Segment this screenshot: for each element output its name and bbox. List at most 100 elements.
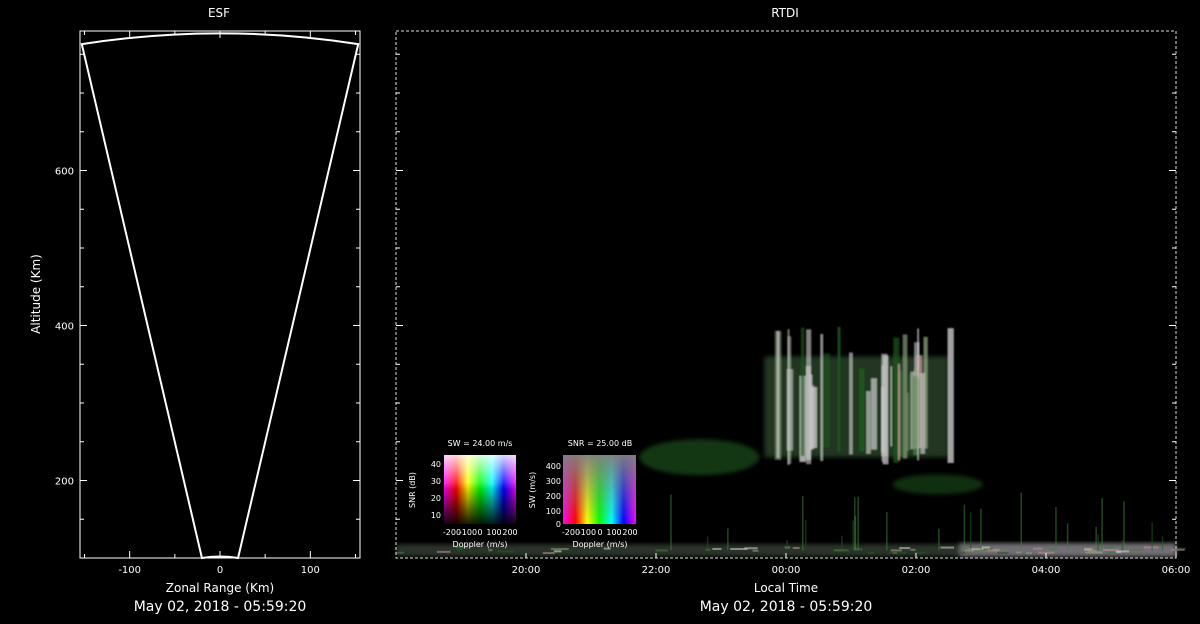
rtdi-echo-speck — [890, 549, 902, 552]
rtdi-x-tick-label: 02:00 — [902, 565, 931, 576]
rtdi-echo-speck — [655, 549, 669, 552]
esf-x-tick-label: 0 — [217, 565, 223, 576]
rtdi-echo-speck — [1103, 548, 1120, 551]
snr-legend-ylabel: SW (m/s) — [528, 472, 537, 508]
esf-beam-outline — [80, 32, 360, 560]
snr-legend-ytick: 0 — [556, 520, 561, 529]
snr-legend-ytick: 400 — [546, 462, 561, 471]
rtdi-echo-strand — [1121, 540, 1123, 551]
rtdi-echo-speck — [1048, 548, 1056, 551]
sw-legend-shade — [444, 455, 516, 524]
rtdi-echo-strand — [980, 508, 982, 551]
rtdi-plume-streak — [897, 363, 901, 461]
snr-legend-xtick: 0 — [597, 528, 602, 537]
sw-legend-xtick: -100 — [459, 528, 477, 537]
rtdi-echo-strand — [854, 515, 857, 551]
rtdi-echo-strand — [886, 511, 888, 551]
rtdi-plume-streak — [881, 353, 888, 457]
snr-legend-xtick: 100 — [606, 528, 621, 537]
rtdi-echo-strand — [969, 512, 972, 551]
rtdi-x-tick-label: 04:00 — [1032, 565, 1061, 576]
rtdi-plume-streak — [920, 372, 926, 455]
rtdi-plume-streak — [890, 366, 893, 447]
rtdi-echo-speck — [964, 551, 970, 554]
rtdi-diffuse-echo — [639, 439, 760, 476]
rtdi-xlabel: Local Time — [754, 581, 818, 595]
rtdi-plume-streak — [913, 369, 917, 449]
esf-ylabel: Altitude (Km) — [29, 254, 43, 334]
rtdi-echo-speck — [550, 548, 569, 551]
sw-legend-xtick: 200 — [502, 528, 517, 537]
rtdi-echo-speck — [396, 551, 405, 554]
esf-x-tick-label: -100 — [118, 565, 141, 576]
rtdi-echo-speck — [889, 551, 907, 554]
rtdi-echo-speck — [1128, 548, 1143, 551]
rtdi-plume-streak — [865, 390, 871, 454]
rtdi-x-tick-label: 22:00 — [642, 565, 671, 576]
rtdi-echo-strand — [963, 504, 966, 551]
rtdi-echo-strand — [1097, 534, 1099, 551]
rtdi-echo-strand — [1161, 536, 1164, 551]
rtdi-echo-strand — [727, 528, 729, 551]
rtdi-plume-streak — [837, 327, 841, 452]
rtdi-echo-speck — [542, 552, 555, 555]
rtdi-echo-strand — [1055, 507, 1057, 551]
rtdi-echo-speck — [436, 550, 451, 553]
sw-legend-xlabel: Doppler (m/s) — [452, 540, 507, 549]
rtdi-echo-strand — [670, 494, 672, 551]
rtdi-echo-speck — [744, 547, 758, 550]
rtdi-plume-streak — [859, 368, 865, 452]
rtdi-echo-speck — [488, 549, 493, 552]
rtdi-echo-speck — [752, 549, 759, 552]
rtdi-echo-speck — [1025, 552, 1033, 555]
rtdi-echo-speck — [910, 548, 916, 551]
sw-legend-ytick: 10 — [431, 511, 441, 520]
rtdi-echo-strand — [938, 528, 940, 551]
rtdi-x-tick-label: 06:00 — [1162, 565, 1191, 576]
rtdi-echo-speck — [712, 547, 722, 550]
esf-date-label: May 02, 2018 - 05:59:20 — [134, 599, 307, 615]
rtdi-x-tick-label: 00:00 — [772, 565, 801, 576]
rtdi-plume-streak — [800, 327, 805, 456]
rtdi-echo-speck — [867, 551, 875, 554]
rtdi-echo-strand — [1123, 501, 1125, 551]
rtdi-echo-speck — [1033, 547, 1043, 550]
snr-legend-xtick: 200 — [622, 528, 637, 537]
rtdi-diffuse-echo — [892, 474, 983, 495]
rtdi-echo-strand — [1151, 522, 1153, 551]
rtdi-plume-streak — [776, 331, 780, 459]
rtdi-x-tick-label: 20:00 — [512, 565, 541, 576]
snr-legend-ytick: 100 — [546, 507, 561, 516]
esf-plot-area: -100 0 100 200 400 600 — [55, 30, 361, 576]
esf-x-tick-label: 100 — [301, 565, 320, 576]
snr-legend-xlabel: Doppler (m/s) — [572, 540, 627, 549]
rtdi-plume-streak — [947, 328, 954, 464]
esf-axes-frame — [79, 30, 361, 559]
esf-xlabel: Zonal Range (Km) — [166, 581, 274, 595]
rtdi-echo-speck — [899, 547, 911, 550]
rtdi-echo-speck — [1084, 551, 1103, 554]
rtdi-echo-strand — [1020, 492, 1022, 551]
esf-y-tick-label: 400 — [55, 322, 74, 333]
sw-legend-title: SW = 24.00 m/s — [448, 439, 513, 448]
sw-legend-ylabel: SNR (dB) — [408, 472, 417, 508]
rtdi-plume-streak — [822, 353, 830, 448]
rtdi-echo-speck — [1171, 548, 1185, 551]
rtdi-echo-strand — [841, 535, 843, 551]
rtdi-plume-streak — [848, 352, 853, 455]
rtdi-echo-speck — [1143, 546, 1159, 549]
rtdi-title: RTDI — [771, 6, 799, 20]
rtdi-echo-speck — [960, 551, 966, 554]
snr-legend-title: SNR = 25.00 dB — [568, 439, 632, 448]
esf-y-tick-label: 600 — [55, 167, 74, 178]
sw-legend-ytick: 40 — [431, 460, 441, 469]
sw-legend-xtick: 0 — [477, 528, 482, 537]
esf-panel: ESF -100 0 100 200 400 600 Zonal Range (Km) A… — [29, 6, 361, 615]
rtdi-echo-strand — [1101, 497, 1103, 551]
sw-legend-xtick: 100 — [486, 528, 501, 537]
rtdi-echo-strand — [706, 536, 709, 551]
snr-legend-ytick: 200 — [546, 492, 561, 501]
sw-legend-ytick: 20 — [431, 494, 441, 503]
rtdi-date-label: May 02, 2018 - 05:59:20 — [700, 599, 873, 615]
figure-canvas: ESF -100 0 100200400600 Zonal Range (Km) A… — [29, 6, 1191, 615]
